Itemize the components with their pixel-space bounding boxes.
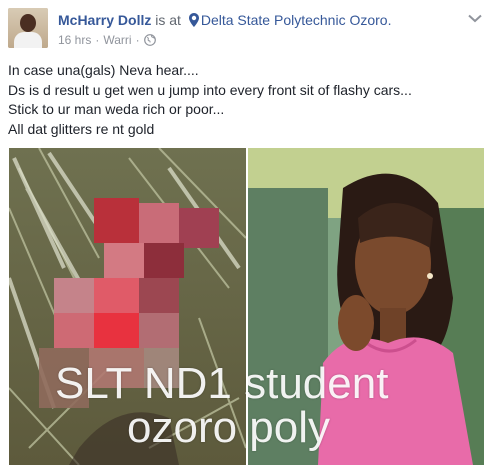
location-pin-icon (188, 13, 199, 27)
post-photo-right[interactable]: SLT ND1 student ozoro poly (248, 148, 484, 465)
avatar[interactable] (8, 8, 48, 48)
caption-line-1-right: SLT ND1 student (248, 362, 388, 406)
is-at-label: is at (155, 12, 181, 28)
place-link[interactable]: Warri (103, 33, 131, 47)
post-text-line: Ds is d result u get wen u jump into eve… (8, 81, 412, 98)
post-photo-left[interactable]: SLT ND1 student ozoro poly (9, 148, 246, 465)
caption-line-2-right: ozoro poly (248, 406, 330, 450)
timestamp-link[interactable]: 16 hrs (58, 33, 91, 47)
caption-text: ozoro poly (248, 403, 331, 452)
author-name-link[interactable]: McHarry Dollz (58, 12, 151, 28)
post-text-line: All dat glitters re nt gold (8, 120, 155, 137)
meta-separator-2: · (135, 33, 140, 47)
caption-text: SLT ND1 student (248, 359, 389, 408)
caption-line-2-left: ozoro poly (127, 406, 246, 450)
post-meta: 16 hrs · Warri · (58, 32, 156, 48)
caption-text: ozoro poly (127, 403, 246, 452)
globe-icon[interactable] (143, 34, 156, 46)
facebook-post: McHarry Dollz is at Delta State Polytech… (0, 0, 493, 469)
post-header: McHarry Dollz is at Delta State Polytech… (58, 11, 391, 29)
chevron-down-icon[interactable] (467, 12, 483, 24)
post-text-line: Stick to ur man weda rich or poor... (8, 101, 225, 117)
post-text: In case una(gals) Neva hear.... Ds is d … (8, 61, 483, 139)
post-text-line: In case una(gals) Neva hear.... (8, 62, 199, 78)
caption-text: SLT ND1 student (55, 359, 246, 408)
location-link[interactable]: Delta State Polytechnic Ozoro. (201, 12, 392, 28)
caption-line-1-left: SLT ND1 student (55, 362, 246, 406)
meta-separator: · (95, 33, 100, 47)
